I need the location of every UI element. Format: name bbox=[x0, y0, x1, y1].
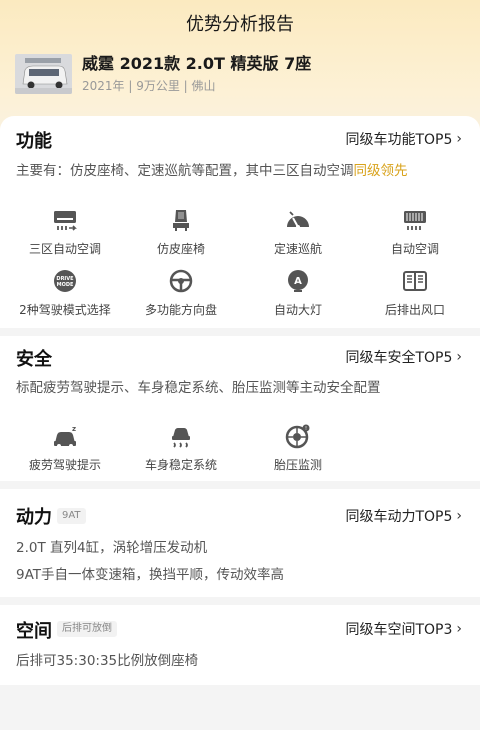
section-title: 安全 bbox=[16, 349, 52, 370]
space-rank-link[interactable]: 同级车空间TOP3 › bbox=[345, 619, 462, 639]
feature-item: DRIVE MODE 2种驾驶模式选择 bbox=[5, 268, 125, 318]
page-title: 优势分析报告 bbox=[186, 14, 294, 35]
feature-item: 车身稳定系统 bbox=[121, 423, 241, 473]
feature-item: A 自动大灯 bbox=[238, 268, 358, 318]
fatigue-alert-icon: z bbox=[5, 423, 125, 449]
chevron-right-icon: › bbox=[456, 508, 462, 524]
space-card: 空间 后排可放倒 同级车空间TOP3 › 后排可35:30:35比例放倒座椅 bbox=[0, 605, 480, 685]
safety-card: 安全 同级车安全TOP5 › 标配疲劳驾驶提示、车身稳定系统、胎压监测等主动安全配… bbox=[0, 336, 480, 481]
function-rank-link[interactable]: 同级车功能TOP5 › bbox=[345, 129, 462, 149]
stability-control-icon bbox=[121, 423, 241, 449]
svg-text:!: ! bbox=[305, 426, 307, 432]
safety-rank-link[interactable]: 同级车安全TOP5 › bbox=[345, 347, 462, 367]
highlight-text: 同级领先 bbox=[353, 163, 408, 179]
function-description: 主要有：仿皮座椅、定速巡航等配置，其中三区自动空调同级领先 bbox=[16, 163, 408, 179]
car-name: 威霆 2021款 2.0T 精英版 7座 bbox=[82, 54, 312, 73]
svg-text:z: z bbox=[72, 425, 76, 433]
feature-item: ! 胎压监测 bbox=[238, 423, 358, 473]
chevron-right-icon: › bbox=[456, 621, 462, 637]
car-thumbnail bbox=[15, 54, 72, 94]
cruise-control-icon bbox=[238, 207, 358, 233]
section-title: 空间 bbox=[16, 621, 52, 642]
function-card: 功能 同级车功能TOP5 › 主要有：仿皮座椅、定速巡航等配置，其中三区自动空调同… bbox=[0, 116, 480, 328]
power-line: 2.0T 直列4缸，涡轮增压发动机 bbox=[16, 540, 208, 556]
power-rank-link[interactable]: 同级车动力TOP5 › bbox=[345, 506, 462, 526]
power-tag: 9AT bbox=[57, 508, 86, 524]
feature-item: 定速巡航 bbox=[238, 207, 358, 257]
svg-text:A: A bbox=[294, 276, 302, 287]
feature-item: 后排出风口 bbox=[355, 268, 475, 318]
auto-headlight-icon: A bbox=[238, 268, 358, 294]
feature-item: 自动空调 bbox=[355, 207, 475, 257]
tire-pressure-icon: ! bbox=[238, 423, 358, 449]
auto-ac-icon bbox=[355, 207, 475, 233]
safety-description: 标配疲劳驾驶提示、车身稳定系统、胎压监测等主动安全配置 bbox=[16, 380, 381, 396]
section-title: 动力 bbox=[16, 507, 52, 528]
space-tag: 后排可放倒 bbox=[57, 621, 117, 637]
chevron-right-icon: › bbox=[456, 349, 462, 365]
rear-vent-icon bbox=[355, 268, 475, 294]
ac-zone-icon bbox=[5, 207, 125, 233]
chevron-right-icon: › bbox=[456, 131, 462, 147]
power-line: 9AT手自一体变速箱，换挡平顺，传动效率高 bbox=[16, 567, 285, 583]
leather-seat-icon bbox=[121, 207, 241, 233]
section-title: 功能 bbox=[16, 131, 52, 152]
svg-text:MODE: MODE bbox=[57, 282, 74, 288]
power-card: 动力 9AT 同级车动力TOP5 › 2.0T 直列4缸，涡轮增压发动机 9AT手… bbox=[0, 489, 480, 597]
feature-item: 仿皮座椅 bbox=[121, 207, 241, 257]
steering-wheel-icon bbox=[121, 268, 241, 294]
feature-item: z 疲劳驾驶提示 bbox=[5, 423, 125, 473]
feature-item: 多功能方向盘 bbox=[121, 268, 241, 318]
car-meta: 2021年 | 9万公里 | 佛山 bbox=[82, 79, 216, 93]
space-description: 后排可35:30:35比例放倒座椅 bbox=[16, 653, 199, 669]
drive-mode-icon: DRIVE MODE bbox=[5, 268, 125, 294]
feature-item: 三区自动空调 bbox=[5, 207, 125, 257]
